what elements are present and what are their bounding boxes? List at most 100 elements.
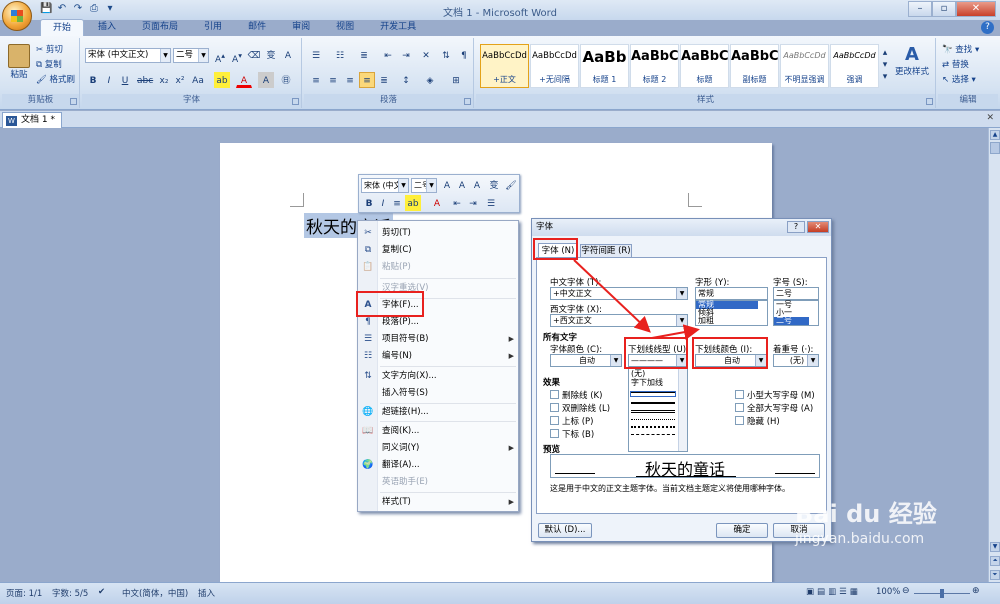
style-no-spacing[interactable]: AaBbCcDd +无间隔 xyxy=(530,44,579,88)
replace-button[interactable]: ⇄ 替换 xyxy=(942,58,969,70)
underline-option-dotted[interactable] xyxy=(631,419,675,420)
close-doc-icon[interactable]: ✕ xyxy=(986,113,994,123)
outline-icon[interactable]: ☰ xyxy=(839,587,847,597)
mini-font-combo[interactable]: 宋体 (中文 ▼ xyxy=(361,178,409,193)
mini-size-combo[interactable]: 二号 ▼ xyxy=(411,178,437,193)
styles-scroll-icon[interactable]: ▴ ▾ ▾ xyxy=(880,46,890,86)
font-size-field[interactable]: 二号 xyxy=(773,287,819,300)
tab-developer[interactable]: 开发工具 xyxy=(368,19,428,36)
char-shading-icon[interactable]: A xyxy=(258,72,274,88)
strikethrough-icon[interactable]: abc xyxy=(136,72,153,88)
zoom-thumb[interactable] xyxy=(940,589,944,598)
borders-icon[interactable]: ⊞ xyxy=(448,72,464,88)
tab-review[interactable]: 审阅 xyxy=(280,19,322,36)
dialog-help-button[interactable]: ? xyxy=(787,221,805,233)
align-center-icon[interactable]: ≡ xyxy=(325,72,341,88)
web-layout-icon[interactable]: ▥ xyxy=(828,587,836,597)
menu-item-styles[interactable]: 样式(T) ▶ xyxy=(358,494,518,510)
document-tab[interactable]: W 文档 1 * xyxy=(2,112,62,128)
align-right-icon[interactable]: ≡ xyxy=(342,72,358,88)
shrink-font-icon[interactable]: A xyxy=(454,177,470,193)
style-emphasis[interactable]: AaBbCcDd 强调 xyxy=(830,44,879,88)
scroll-up-icon[interactable]: ▲ xyxy=(990,130,1000,140)
dialog-launcher-icon[interactable] xyxy=(70,98,77,105)
zoom-out-icon[interactable]: ⊖ xyxy=(902,586,910,596)
menu-item-lookup[interactable]: 📖 查阅(K)... xyxy=(358,423,518,439)
menu-item-insert-symbol[interactable]: 插入符号(S) xyxy=(358,385,518,401)
zoom-slider[interactable]: ⊖ ⊕ xyxy=(902,586,982,598)
format-painter-icon[interactable]: 🖌 xyxy=(503,177,519,193)
center-icon[interactable]: ≡ xyxy=(389,195,405,211)
small-caps-checkbox[interactable] xyxy=(735,390,744,399)
office-button[interactable] xyxy=(2,1,32,31)
cn-font-field[interactable]: +中文正文 ▼ xyxy=(550,287,688,300)
page-count[interactable]: 页面: 1/1 xyxy=(6,587,42,599)
increase-indent-icon[interactable]: ⇥ xyxy=(398,47,414,63)
chinese-layout-icon[interactable]: ✕ xyxy=(418,47,434,63)
scroll-thumb[interactable] xyxy=(990,142,1000,154)
bullets-icon[interactable]: ☰ xyxy=(308,47,324,63)
west-font-field[interactable]: +西文正文 ▼ xyxy=(550,314,688,327)
emphasis-field[interactable]: (无) ▼ xyxy=(773,354,819,367)
style-heading1[interactable]: AaBb 标题 1 xyxy=(580,44,629,88)
tab-mailings[interactable]: 邮件 xyxy=(236,19,278,36)
print-layout-icon[interactable]: ▣ xyxy=(806,587,814,597)
underline-option-dotted-thick[interactable] xyxy=(631,426,675,428)
word-count[interactable]: 字数: 5/5 xyxy=(52,587,88,599)
menu-item-translate[interactable]: 🌍 翻译(A)... xyxy=(358,457,518,473)
close-button[interactable]: ✕ xyxy=(956,1,996,17)
phonetic-icon[interactable]: 变 xyxy=(486,177,502,193)
menu-item-copy[interactable]: ⧉ 复制(C) xyxy=(358,242,518,258)
italic-icon[interactable]: I xyxy=(101,72,117,88)
menu-item-cut[interactable]: ✂ 剪切(T) xyxy=(358,225,518,241)
decrease-indent-icon[interactable]: ⇤ xyxy=(449,195,465,211)
next-page-icon[interactable]: ⏷ xyxy=(990,570,1000,580)
font-color-icon[interactable]: A xyxy=(429,195,445,211)
font-style-field[interactable]: 常规 xyxy=(695,287,768,300)
prev-page-icon[interactable]: ⏶ xyxy=(990,556,1000,566)
distributed-icon[interactable]: ≣ xyxy=(376,72,392,88)
style-subtle-emphasis[interactable]: AaBbCcDd 不明显强调 xyxy=(780,44,829,88)
shading-icon[interactable]: ◈ xyxy=(422,72,438,88)
sort-icon[interactable]: ⇅ xyxy=(438,47,454,63)
zoom-level[interactable]: 100% xyxy=(876,587,900,597)
font-size-list[interactable]: 一号 小一 二号 xyxy=(773,300,819,326)
language[interactable]: 中文(简体，中国) xyxy=(122,587,188,599)
menu-item-text-direction[interactable]: ⇅ 文字方向(X)... xyxy=(358,368,518,384)
align-left-icon[interactable]: ≡ xyxy=(308,72,324,88)
change-styles-button[interactable]: A 更改样式 xyxy=(890,44,934,77)
highlight-icon[interactable]: ab xyxy=(214,72,230,88)
find-button[interactable]: 🔭 查找 ▾ xyxy=(942,43,979,55)
justify-icon[interactable]: ≡ xyxy=(359,72,375,88)
clear-format-icon[interactable]: ⌫ xyxy=(246,47,262,63)
underline-option-single[interactable] xyxy=(630,391,676,397)
subscript-checkbox[interactable] xyxy=(550,429,559,438)
spelling-icon[interactable]: ✔ xyxy=(98,587,105,597)
all-caps-checkbox[interactable] xyxy=(735,403,744,412)
underline-style-list[interactable]: (无) 字下加线 xyxy=(628,368,688,452)
tab-view[interactable]: 视图 xyxy=(324,19,366,36)
line-spacing-icon[interactable]: ↕ xyxy=(398,72,414,88)
highlight-icon[interactable]: ab xyxy=(405,195,421,211)
numbering-icon[interactable]: ☷ xyxy=(332,47,348,63)
bold-icon[interactable]: B xyxy=(85,72,101,88)
dialog-launcher-icon[interactable] xyxy=(292,98,299,105)
default-button[interactable]: 默认 (D)... xyxy=(538,523,592,538)
underline-option-double[interactable] xyxy=(631,410,675,413)
superscript-checkbox[interactable] xyxy=(550,416,559,425)
increase-indent-icon[interactable]: ⇥ xyxy=(465,195,481,211)
scroll-down-icon[interactable]: ▼ xyxy=(990,542,1000,552)
style-title[interactable]: AaBbC 标题 xyxy=(680,44,729,88)
zoom-in-icon[interactable]: ⊕ xyxy=(972,586,980,596)
style-icon[interactable]: A xyxy=(469,177,485,193)
show-marks-icon[interactable]: ¶ xyxy=(456,47,472,63)
phonetic-guide-icon[interactable]: 变 xyxy=(263,47,279,63)
style-heading2[interactable]: AaBbC 标题 2 xyxy=(630,44,679,88)
enclose-char-icon[interactable]: ㊐ xyxy=(278,72,294,88)
double-strike-checkbox[interactable] xyxy=(550,403,559,412)
dialog-launcher-icon[interactable] xyxy=(464,98,471,105)
ok-button[interactable]: 确定 xyxy=(716,523,768,538)
multilevel-list-icon[interactable]: ≣ xyxy=(356,47,372,63)
menu-item-numbering[interactable]: ☷ 编号(N) ▶ xyxy=(358,348,518,364)
help-icon[interactable]: ? xyxy=(981,21,994,34)
